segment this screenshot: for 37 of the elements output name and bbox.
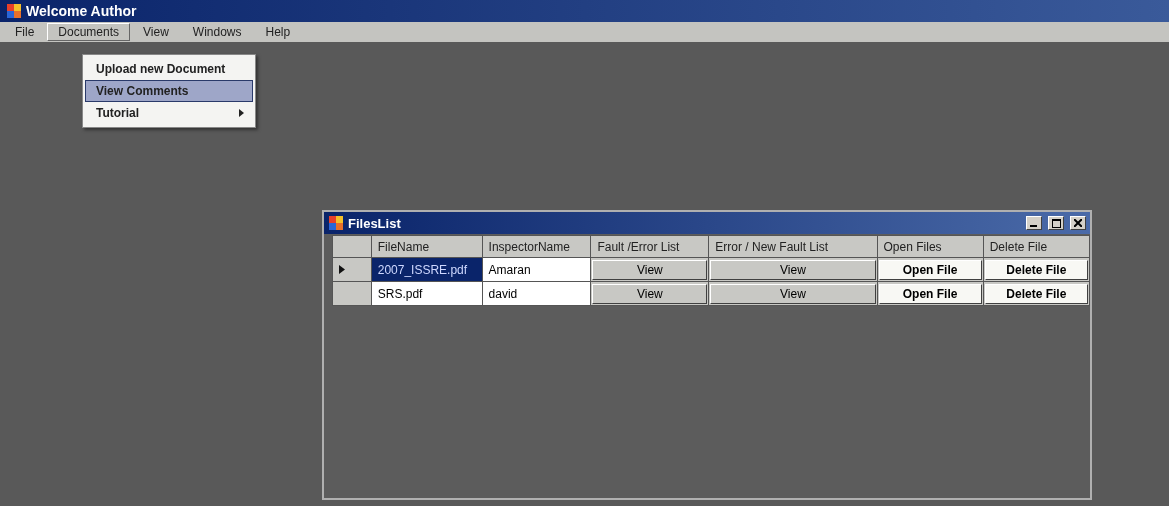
maximize-icon — [1051, 218, 1061, 228]
view-button[interactable]: View — [710, 259, 876, 280]
view-button[interactable]: View — [592, 259, 708, 280]
maximize-button[interactable] — [1048, 216, 1064, 230]
column-header[interactable]: Delete File — [983, 235, 1090, 258]
column-header[interactable]: FileName — [371, 235, 483, 258]
window-title: Welcome Author — [26, 3, 137, 19]
minimize-button[interactable] — [1026, 216, 1042, 230]
column-header[interactable]: InspectorName — [482, 235, 591, 258]
view-button[interactable]: View — [592, 283, 708, 304]
window-title: FilesList — [348, 215, 402, 231]
column-header[interactable]: Error / New Fault List — [708, 235, 878, 258]
menu-entry[interactable]: View Comments — [85, 80, 253, 102]
delete-file-button[interactable]: Delete File — [984, 259, 1088, 280]
table-cell: david — [482, 281, 591, 306]
menu-item[interactable]: Windows — [181, 23, 253, 41]
table-cell: Amaran — [482, 257, 591, 282]
column-header[interactable]: Open Files — [877, 235, 984, 258]
table-cell: SRS.pdf — [371, 281, 483, 306]
menu-entry[interactable]: Tutorial — [85, 102, 253, 124]
menu-item[interactable]: View — [132, 23, 180, 41]
row-header[interactable] — [332, 257, 372, 282]
close-button[interactable] — [1070, 216, 1086, 230]
window-icon — [328, 215, 344, 231]
table-cell: 2007_ISSRE.pdf — [371, 257, 483, 282]
app-icon — [6, 3, 22, 19]
column-header[interactable]: Fault /Error List — [590, 235, 709, 258]
menu-item[interactable]: Help — [254, 23, 302, 41]
menu-entry[interactable]: Upload new Document — [85, 58, 253, 80]
delete-file-button[interactable]: Delete File — [984, 283, 1088, 304]
close-icon — [1074, 219, 1082, 227]
view-button[interactable]: View — [710, 283, 876, 304]
menu-item[interactable]: File — [4, 23, 46, 41]
menu-item[interactable]: Documents — [47, 23, 131, 41]
current-row-icon — [339, 264, 345, 274]
open-file-button[interactable]: Open File — [878, 259, 982, 280]
open-file-button[interactable]: Open File — [878, 283, 982, 304]
